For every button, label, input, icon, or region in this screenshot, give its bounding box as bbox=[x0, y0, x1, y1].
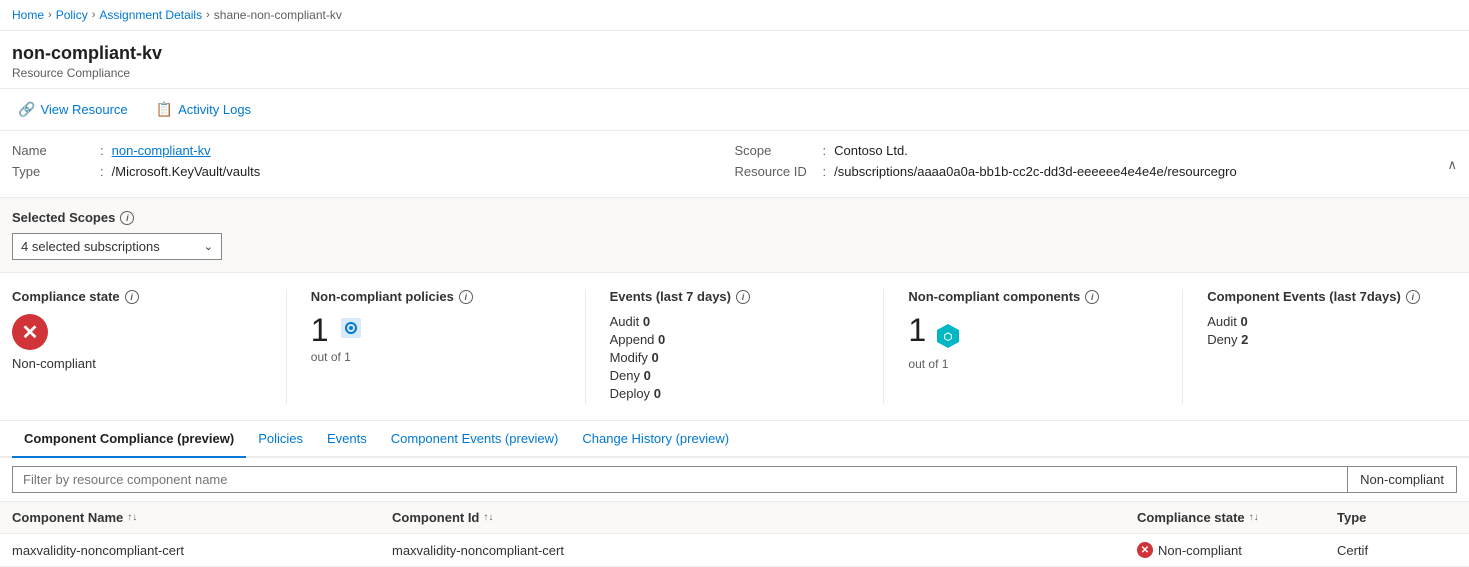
component-hex-icon: ⬡ bbox=[934, 322, 962, 353]
col-component-id: Component Id ↑↓ bbox=[392, 510, 1137, 525]
non-compliant-components-block: Non-compliant components i 1 ⬡ out of 1 bbox=[908, 289, 1158, 404]
name-value[interactable]: non-compliant-kv bbox=[112, 143, 211, 158]
name-row: Name : non-compliant-kv bbox=[12, 143, 735, 158]
table-header: Component Name ↑↓ Component Id ↑↓ Compli… bbox=[0, 502, 1469, 534]
compliance-filter-dropdown[interactable]: Non-compliant bbox=[1348, 466, 1457, 493]
chevron-down-icon: ⌄ bbox=[204, 240, 213, 253]
view-resource-button[interactable]: 🔗 View Resource bbox=[12, 97, 134, 122]
scope-value: Contoso Ltd. bbox=[834, 143, 908, 158]
page-title: non-compliant-kv bbox=[12, 43, 1457, 64]
page-subtitle: Resource Compliance bbox=[12, 66, 1457, 80]
components-number: 1 bbox=[908, 314, 926, 346]
svg-text:⬡: ⬡ bbox=[944, 332, 953, 343]
activity-logs-label: Activity Logs bbox=[178, 102, 251, 117]
non-compliant-policies-block: Non-compliant policies i 1 out of 1 bbox=[311, 289, 561, 404]
type-row: Type : /Microsoft.KeyVault/vaults bbox=[12, 164, 735, 179]
table-row: maxvalidity-noncompliant-cert maxvalidit… bbox=[0, 534, 1469, 567]
scopes-dropdown[interactable]: 4 selected subscriptions ⌄ bbox=[12, 233, 222, 260]
tab-component-events[interactable]: Component Events (preview) bbox=[379, 421, 571, 458]
divider-2 bbox=[585, 289, 586, 404]
breadcrumb-policy[interactable]: Policy bbox=[56, 8, 88, 22]
components-stat: 1 ⬡ bbox=[908, 314, 1134, 353]
page-header: non-compliant-kv Resource Compliance bbox=[0, 31, 1469, 89]
col-compliance-state: Compliance state ↑↓ bbox=[1137, 510, 1337, 525]
breadcrumb-current: shane-non-compliant-kv bbox=[214, 8, 342, 22]
resource-id-label: Resource ID bbox=[735, 164, 815, 179]
component-events-list: Audit 0 Deny 2 bbox=[1207, 314, 1433, 347]
scopes-dropdown-value: 4 selected subscriptions bbox=[21, 239, 160, 254]
scopes-info-icon[interactable]: i bbox=[120, 211, 134, 225]
view-resource-label: View Resource bbox=[40, 102, 127, 117]
scopes-section: Selected Scopes i 4 selected subscriptio… bbox=[0, 198, 1469, 273]
events-list: Audit 0 Append 0 Modify 0 Deny 0 Deploy … bbox=[610, 314, 836, 401]
scope-row: Scope : Contoso Ltd. bbox=[735, 143, 1458, 158]
activity-logs-icon: 📋 bbox=[156, 101, 173, 118]
policy-icon bbox=[337, 314, 365, 342]
deny-event: Deny 0 bbox=[610, 368, 836, 383]
modify-event: Modify 0 bbox=[610, 350, 836, 365]
toolbar: 🔗 View Resource 📋 Activity Logs bbox=[0, 89, 1469, 131]
components-info-icon[interactable]: i bbox=[1085, 290, 1099, 304]
divider-1 bbox=[286, 289, 287, 404]
component-events-info-icon[interactable]: i bbox=[1406, 290, 1420, 304]
policies-stat: 1 bbox=[311, 314, 537, 346]
name-label: Name bbox=[12, 143, 92, 158]
table-body: maxvalidity-noncompliant-cert maxvalidit… bbox=[0, 534, 1469, 567]
component-events-title: Component Events (last 7days) i bbox=[1207, 289, 1433, 304]
tab-component-compliance[interactable]: Component Compliance (preview) bbox=[12, 421, 246, 458]
component-events-block: Component Events (last 7days) i Audit 0 … bbox=[1207, 289, 1457, 404]
stats-section: Compliance state i ✕ Non-compliant Non-c… bbox=[0, 273, 1469, 421]
tab-change-history[interactable]: Change History (preview) bbox=[570, 421, 741, 458]
policies-sub: out of 1 bbox=[311, 350, 537, 364]
filter-input[interactable] bbox=[12, 466, 1348, 493]
events-info-icon[interactable]: i bbox=[736, 290, 750, 304]
resource-id-row: Resource ID : /subscriptions/aaaa0a0a-bb… bbox=[735, 164, 1458, 179]
breadcrumb-home[interactable]: Home bbox=[12, 8, 44, 22]
divider-4 bbox=[1182, 289, 1183, 404]
col-type: Type bbox=[1337, 510, 1457, 525]
non-compliant-components-title: Non-compliant components i bbox=[908, 289, 1134, 304]
type-label: Type bbox=[12, 164, 92, 179]
type-value: /Microsoft.KeyVault/vaults bbox=[112, 164, 261, 179]
breadcrumb: Home › Policy › Assignment Details › sha… bbox=[0, 0, 1469, 31]
comp-audit-event: Audit 0 bbox=[1207, 314, 1433, 329]
col-component-name: Component Name ↑↓ bbox=[12, 510, 392, 525]
components-sub: out of 1 bbox=[908, 357, 1134, 371]
sort-component-id-icon[interactable]: ↑↓ bbox=[483, 512, 493, 523]
compliance-state-info-icon[interactable]: i bbox=[125, 290, 139, 304]
tab-events[interactable]: Events bbox=[315, 421, 379, 458]
policies-number: 1 bbox=[311, 314, 329, 346]
compliance-state-value: Non-compliant bbox=[12, 356, 238, 371]
filter-section: Non-compliant bbox=[0, 458, 1469, 502]
non-compliant-icon: ✕ bbox=[12, 314, 48, 350]
compliance-state-block: Compliance state i ✕ Non-compliant bbox=[12, 289, 262, 404]
non-compliant-badge-icon: ✕ bbox=[1137, 542, 1153, 558]
events-block: Events (last 7 days) i Audit 0 Append 0 … bbox=[610, 289, 860, 404]
collapse-button[interactable]: ∧ bbox=[1447, 157, 1457, 173]
activity-logs-button[interactable]: 📋 Activity Logs bbox=[150, 97, 257, 122]
sort-compliance-state-icon[interactable]: ↑↓ bbox=[1249, 512, 1259, 523]
compliance-state-title: Compliance state i bbox=[12, 289, 238, 304]
deploy-event: Deploy 0 bbox=[610, 386, 836, 401]
non-compliant-policies-title: Non-compliant policies i bbox=[311, 289, 537, 304]
events-title: Events (last 7 days) i bbox=[610, 289, 836, 304]
view-resource-icon: 🔗 bbox=[18, 101, 35, 118]
breadcrumb-assignment-details[interactable]: Assignment Details bbox=[99, 8, 202, 22]
resource-id-value: /subscriptions/aaaa0a0a-bb1b-cc2c-dd3d-e… bbox=[834, 164, 1237, 179]
cell-compliance-state: ✕ Non-compliant bbox=[1137, 542, 1337, 558]
append-event: Append 0 bbox=[610, 332, 836, 347]
audit-event: Audit 0 bbox=[610, 314, 836, 329]
sort-component-name-icon[interactable]: ↑↓ bbox=[127, 512, 137, 523]
divider-3 bbox=[883, 289, 884, 404]
scope-label: Scope bbox=[735, 143, 815, 158]
policies-info-icon[interactable]: i bbox=[459, 290, 473, 304]
tabs-section: Component Compliance (preview) Policies … bbox=[0, 421, 1469, 458]
comp-deny-event: Deny 2 bbox=[1207, 332, 1433, 347]
tab-policies[interactable]: Policies bbox=[246, 421, 315, 458]
info-section: Name : non-compliant-kv Type : /Microsof… bbox=[0, 131, 1469, 198]
scopes-label: Selected Scopes i bbox=[12, 210, 1457, 225]
